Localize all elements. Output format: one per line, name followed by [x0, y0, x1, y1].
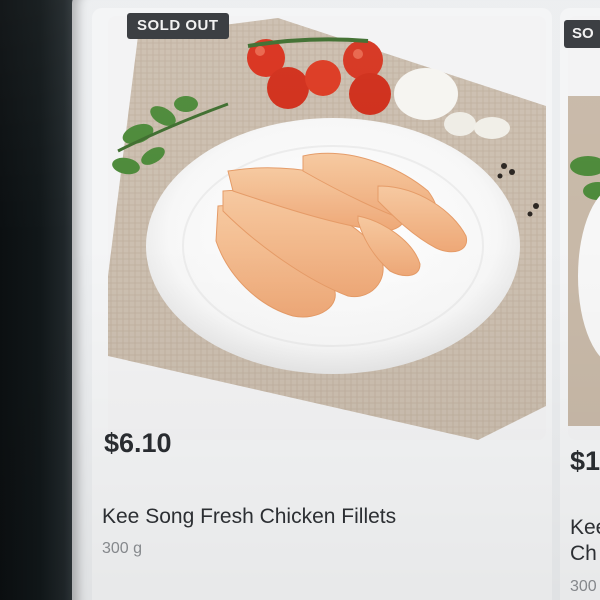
product-image-partial[interactable]: [568, 16, 600, 440]
product-weight: 300 g: [102, 540, 143, 557]
sold-out-badge: SOLD OUT: [127, 13, 229, 39]
product-price-partial: $1: [570, 446, 600, 476]
product-price: $6.10: [104, 428, 172, 458]
tablet-bezel: [0, 0, 80, 600]
sold-out-badge-partial: SO: [564, 20, 600, 48]
tablet-photo: SOLD OUT $6.10 Kee Song Fresh Chicken Fi…: [0, 0, 600, 600]
product-image[interactable]: [108, 16, 546, 440]
product-weight-partial: 300: [570, 578, 597, 595]
product-name-partial[interactable]: Kee Ch: [570, 515, 600, 567]
product-name-line1: Kee: [570, 516, 600, 539]
product-name-line2: Ch: [570, 542, 597, 565]
product-name[interactable]: Kee Song Fresh Chicken Fillets: [102, 505, 396, 529]
